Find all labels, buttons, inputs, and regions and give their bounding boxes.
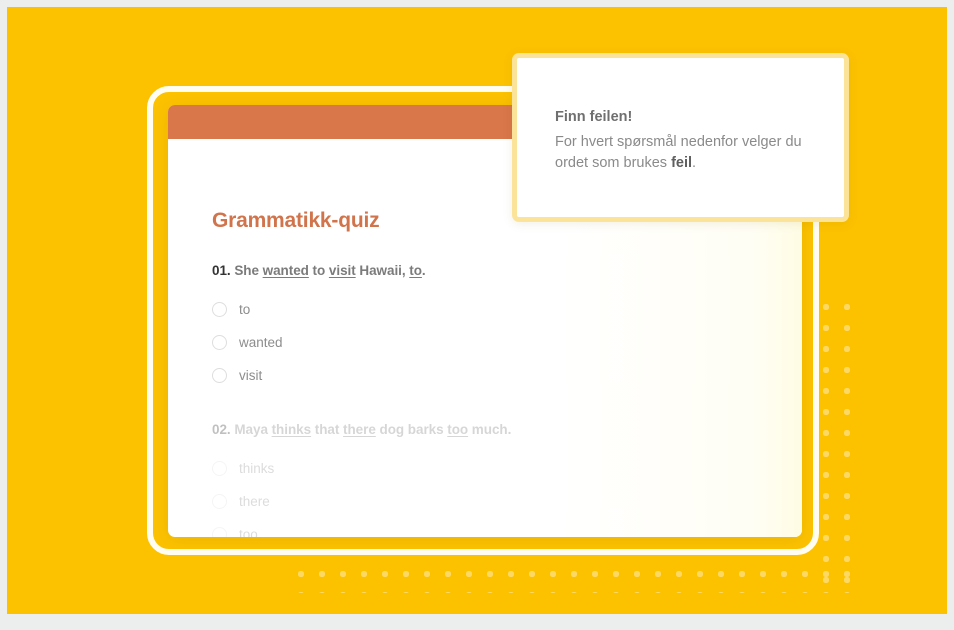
question-text-fragment: She — [234, 263, 263, 278]
question-text-fragment: dog barks — [375, 422, 448, 437]
question-list: 01. She wanted to visit Hawaii, to. to wan… — [212, 263, 802, 537]
question-text-fragment: Hawaii, — [355, 263, 410, 278]
radio-button-icon[interactable] — [212, 368, 227, 383]
question-underlined-word: too — [447, 422, 469, 437]
callout-title: Finn feilen! — [555, 109, 633, 125]
decorative-dot-grid-right — [819, 300, 865, 590]
answer-option[interactable]: to — [212, 293, 802, 326]
answer-option-label: to — [239, 302, 251, 317]
radio-button-icon[interactable] — [212, 335, 227, 350]
decorative-dot-grid-bottom — [294, 567, 864, 593]
question-text: 01. She wanted to visit Hawaii, to. — [212, 263, 802, 278]
question-text: 02. Maya thinks that there dog barks too… — [212, 422, 802, 437]
question-text-fragment: . — [421, 263, 426, 278]
question-block: 02. Maya thinks that there dog barks too… — [212, 422, 802, 537]
answer-option[interactable]: thinks — [212, 452, 802, 485]
instruction-callout-card: Finn feilen! For hvert spørsmål nedenfor… — [512, 53, 849, 222]
question-text-fragment: that — [311, 422, 344, 437]
question-block: 01. She wanted to visit Hawaii, to. to wan… — [212, 263, 802, 392]
answer-option-label: thinks — [239, 461, 275, 476]
question-underlined-word: to — [409, 263, 422, 278]
answer-option-label: wanted — [239, 335, 283, 350]
question-underlined-word: wanted — [262, 263, 309, 278]
question-number: 01. — [212, 263, 231, 278]
answer-option[interactable]: there — [212, 485, 802, 518]
radio-button-icon[interactable] — [212, 494, 227, 509]
radio-button-icon[interactable] — [212, 302, 227, 317]
yellow-canvas: Grammatikk-quiz 01. She wanted to visit … — [7, 7, 947, 614]
answer-option-label: too — [239, 527, 258, 537]
screenshot-root: Grammatikk-quiz 01. She wanted to visit … — [0, 0, 954, 630]
question-underlined-word: thinks — [271, 422, 312, 437]
radio-button-icon[interactable] — [212, 461, 227, 476]
question-number: 02. — [212, 422, 231, 437]
question-text-fragment: Maya — [234, 422, 272, 437]
callout-emphasis-word: feil — [671, 154, 693, 171]
question-underlined-word: there — [343, 422, 376, 437]
answer-option-list: thinks there too — [212, 452, 802, 537]
callout-text-fragment: . — [692, 154, 697, 171]
question-underlined-word: visit — [328, 263, 356, 278]
answer-option[interactable]: visit — [212, 359, 802, 392]
callout-body-text: For hvert spørsmål nedenfor velger du or… — [555, 132, 814, 173]
answer-option-label: there — [239, 494, 270, 509]
answer-option-label: visit — [239, 368, 263, 383]
question-text-fragment: much. — [468, 422, 512, 437]
radio-button-icon[interactable] — [212, 527, 227, 537]
question-text-fragment: to — [308, 263, 329, 278]
answer-option[interactable]: wanted — [212, 326, 802, 359]
answer-option-list: to wanted visit — [212, 293, 802, 392]
answer-option[interactable]: too — [212, 518, 802, 537]
instruction-callout-content: Finn feilen! For hvert spørsmål nedenfor… — [517, 58, 844, 173]
